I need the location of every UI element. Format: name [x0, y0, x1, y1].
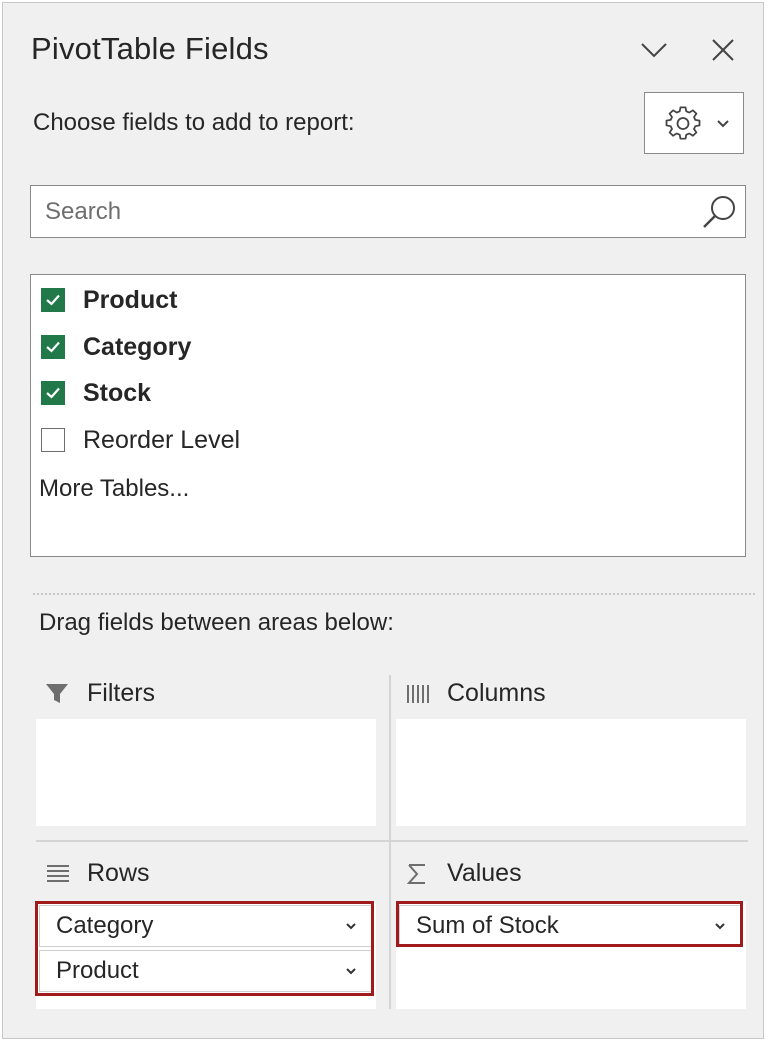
field-item-reorder-level[interactable]: Reorder Level	[41, 424, 240, 456]
field-label: Stock	[83, 378, 152, 407]
pane-title: PivotTable Fields	[31, 31, 269, 66]
pivottable-fields-pane: PivotTable Fields Choose fields to add t…	[2, 2, 764, 1039]
field-item-product[interactable]: Product	[41, 284, 177, 316]
checkbox-checked[interactable]	[41, 288, 65, 312]
checkbox-unchecked[interactable]	[41, 428, 65, 452]
gear-icon	[665, 106, 701, 140]
search-icon[interactable]	[699, 192, 739, 232]
field-label: Category	[83, 332, 192, 361]
field-item-stock[interactable]: Stock	[41, 377, 151, 409]
chevron-down-icon[interactable]	[344, 919, 358, 933]
values-area-header: Values	[403, 859, 522, 888]
field-list: Product Category Stock Reorder Level Mor…	[30, 274, 746, 557]
field-label: Product	[83, 285, 178, 314]
values-label: Values	[447, 859, 522, 887]
rows-drop-zone[interactable]: Category Product	[36, 901, 376, 1009]
columns-label: Columns	[447, 679, 546, 707]
rows-area-header: Rows	[43, 859, 150, 888]
columns-icon	[407, 684, 429, 703]
sigma-icon	[406, 863, 425, 884]
filters-drop-zone[interactable]	[36, 719, 376, 826]
values-field-sum-of-stock[interactable]: Sum of Stock	[399, 905, 742, 947]
tools-button[interactable]	[644, 92, 744, 154]
pill-label: Product	[56, 957, 139, 984]
drag-fields-label: Drag fields between areas below:	[39, 609, 394, 636]
values-drop-zone[interactable]: Sum of Stock	[396, 901, 746, 1009]
checkbox-checked[interactable]	[41, 381, 65, 405]
area-divider-vertical	[389, 675, 391, 1009]
field-label: Reorder Level	[83, 425, 241, 454]
choose-fields-label: Choose fields to add to report:	[33, 109, 355, 136]
more-tables-link[interactable]: More Tables...	[39, 475, 189, 503]
rows-field-category[interactable]: Category	[39, 905, 373, 947]
search-input[interactable]	[43, 192, 687, 232]
close-icon[interactable]	[706, 33, 740, 67]
collapse-chevron-icon[interactable]	[637, 33, 671, 67]
pill-label: Category	[56, 912, 154, 939]
field-item-category[interactable]: Category	[41, 331, 191, 363]
divider	[33, 593, 755, 595]
filters-label: Filters	[87, 679, 156, 707]
chevron-down-icon	[717, 120, 729, 128]
rows-icon	[47, 864, 69, 882]
columns-area-header: Columns	[403, 679, 546, 708]
rows-field-product[interactable]: Product	[39, 950, 373, 992]
chevron-down-icon[interactable]	[344, 964, 358, 978]
pill-label: Sum of Stock	[416, 912, 559, 939]
filters-area-header: Filters	[43, 679, 155, 708]
columns-drop-zone[interactable]	[396, 719, 746, 826]
filter-icon	[46, 683, 68, 703]
checkbox-checked[interactable]	[41, 335, 65, 359]
chevron-down-icon[interactable]	[713, 919, 727, 933]
search-box[interactable]	[30, 185, 746, 238]
rows-label: Rows	[87, 859, 150, 887]
area-divider-horizontal	[36, 840, 748, 842]
